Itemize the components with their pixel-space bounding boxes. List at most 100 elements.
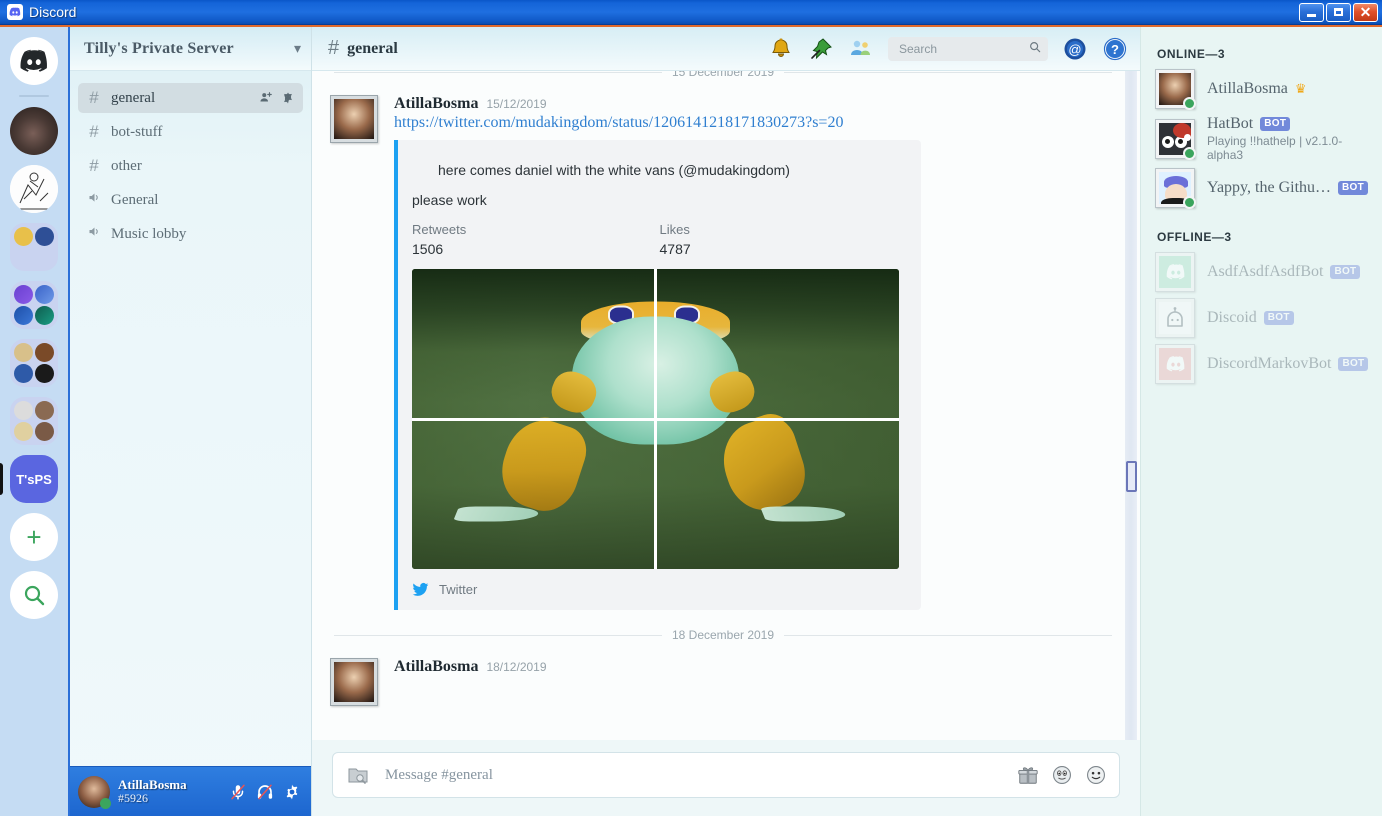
voice-channel-item-music-lobby[interactable]: Music lobby xyxy=(78,219,303,249)
pin-icon xyxy=(811,37,832,59)
speaker-icon xyxy=(86,190,102,210)
avatar[interactable] xyxy=(330,658,378,706)
search-input[interactable] xyxy=(897,40,1022,57)
current-user-panel[interactable]: AtillaBosma #5926 xyxy=(70,766,311,816)
embed-image-grid[interactable] xyxy=(412,269,899,569)
embed-title[interactable]: here comes daniel with the white vans (@… xyxy=(438,162,907,178)
message-link[interactable]: https://twitter.com/mudakingdom/status/1… xyxy=(394,114,1120,132)
server-initials: T'sPS xyxy=(16,471,52,487)
embed-image-tile xyxy=(657,269,899,418)
channel-item-general[interactable]: # general xyxy=(78,83,303,113)
status-indicator-online xyxy=(1183,146,1196,160)
upload-file-button[interactable] xyxy=(345,762,371,788)
server-icon-cat[interactable] xyxy=(10,107,58,155)
headphones-deafened-icon[interactable] xyxy=(256,783,274,801)
member-name-row: AtillaBosma ♛ xyxy=(1207,80,1307,98)
frog-foot xyxy=(452,506,541,522)
mentions-button[interactable]: @ xyxy=(1062,36,1088,62)
avatar[interactable] xyxy=(78,775,111,809)
member-item-discordmarkovbot[interactable]: DiscordMarkovBot BOT xyxy=(1155,344,1372,384)
search-box[interactable] xyxy=(888,36,1048,61)
server-home-button[interactable] xyxy=(10,37,58,85)
channel-item-other[interactable]: # other xyxy=(78,151,303,181)
folder-mini-icon xyxy=(35,364,54,383)
folder-mini-icon xyxy=(35,343,54,362)
folder-mini-icon xyxy=(14,343,33,362)
server-name: Tilly's Private Server xyxy=(84,39,234,57)
member-item-atillabosma[interactable]: AtillaBosma ♛ xyxy=(1155,69,1372,110)
minimize-button[interactable] xyxy=(1299,2,1324,22)
members-button[interactable] xyxy=(848,36,874,62)
server-header-button[interactable]: Tilly's Private Server ▾ xyxy=(70,27,311,71)
bot-badge: BOT xyxy=(1263,311,1294,325)
folder-mini-icon xyxy=(35,285,54,304)
pin-button[interactable] xyxy=(808,36,834,62)
gift-button[interactable] xyxy=(1017,764,1039,786)
rail-divider xyxy=(19,95,49,97)
members-icon xyxy=(851,40,870,55)
channel-list: # general # bot-stuff # other General Mu… xyxy=(70,71,311,766)
embed-provider: Twitter xyxy=(439,582,478,597)
gear-icon[interactable] xyxy=(281,91,295,105)
folder-mini-icon xyxy=(14,364,33,383)
add-member-icon[interactable] xyxy=(259,91,273,105)
add-server-button[interactable]: + xyxy=(10,513,58,561)
maximize-button[interactable] xyxy=(1326,2,1351,22)
discord-logo-icon xyxy=(1166,264,1185,280)
message-author[interactable]: AtillaBosma xyxy=(394,658,478,676)
message-input[interactable] xyxy=(383,765,1005,785)
avatar xyxy=(1155,168,1196,209)
message-author[interactable]: AtillaBosma xyxy=(394,95,478,113)
message-timestamp: 15/12/2019 xyxy=(486,97,547,111)
microphone-muted-icon[interactable] xyxy=(229,783,247,801)
field-value: 4787 xyxy=(659,241,691,257)
server-folder-1[interactable] xyxy=(10,223,58,271)
channel-item-bot-stuff[interactable]: # bot-stuff xyxy=(78,117,303,147)
server-folder-4[interactable] xyxy=(10,397,58,445)
discord-app: T'sPS + Tilly's Private Server ▾ # gener… xyxy=(0,27,1382,816)
message-body: AtillaBosma 15/12/2019 https://twitter.c… xyxy=(394,95,1120,610)
status-indicator-online xyxy=(1183,97,1196,110)
scrollbar-thumb[interactable] xyxy=(1126,461,1137,492)
explore-servers-button[interactable] xyxy=(10,571,58,619)
member-item-hatbot[interactable]: HatBot BOT Playing !!hathelp | v2.1.0-al… xyxy=(1155,115,1372,162)
sketch-art-icon xyxy=(10,165,58,213)
server-folder-3[interactable] xyxy=(10,339,58,387)
member-item-yappy[interactable]: Yappy, the Githu… BOT xyxy=(1155,168,1372,209)
message-timestamp: 18/12/2019 xyxy=(486,660,547,674)
bot-badge: BOT xyxy=(1338,181,1369,195)
bell-button[interactable] xyxy=(768,36,794,62)
member-item-discoid[interactable]: Discoid BOT xyxy=(1155,298,1372,338)
frog-illustration xyxy=(657,420,899,570)
member-name: HatBot xyxy=(1207,115,1254,132)
hash-icon: # xyxy=(89,156,99,175)
voice-channel-item-general[interactable]: General xyxy=(78,185,303,215)
bell-icon xyxy=(772,38,790,57)
message-scrollbar[interactable] xyxy=(1125,71,1137,740)
emoji-icon xyxy=(1087,766,1105,784)
member-item-asdfasdfasdfbot[interactable]: AsdfAsdfAsdfBot BOT xyxy=(1155,252,1372,292)
channel-header: # general Search @ ? xyxy=(312,27,1140,71)
member-info: Yappy, the Githu… BOT xyxy=(1207,179,1369,197)
avatar[interactable] xyxy=(330,95,378,143)
date-divider-label: 18 December 2019 xyxy=(671,628,775,642)
frog-scene xyxy=(657,420,899,570)
avatar-image xyxy=(334,99,374,139)
server-folder-2[interactable] xyxy=(10,281,58,329)
server-icon-sketch[interactable] xyxy=(10,165,58,213)
window-controls: ✕ xyxy=(1299,2,1382,22)
member-activity: Playing !!hathelp | v2.1.0-alpha3 xyxy=(1207,134,1343,162)
status-indicator-online xyxy=(1183,196,1196,209)
folder-mini-icon xyxy=(14,285,33,304)
message-header: AtillaBosma 18/12/2019 xyxy=(394,658,1120,676)
message-list: 15 December 2019 AtillaBosma 15/12/2019 … xyxy=(312,71,1140,740)
emoji-button[interactable] xyxy=(1085,764,1107,786)
sticker-button[interactable] xyxy=(1051,764,1073,786)
server-icon-tillys-private-server[interactable]: T'sPS xyxy=(0,455,58,503)
help-button[interactable]: ? xyxy=(1102,36,1128,62)
folder-mini-icon xyxy=(14,227,33,246)
gear-icon[interactable] xyxy=(283,783,301,801)
message-input-box[interactable] xyxy=(332,752,1120,798)
members-sidebar: ONLINE—3 AtillaBosma ♛ HatBot BOT Playin… xyxy=(1140,27,1382,816)
close-button[interactable]: ✕ xyxy=(1353,2,1378,22)
